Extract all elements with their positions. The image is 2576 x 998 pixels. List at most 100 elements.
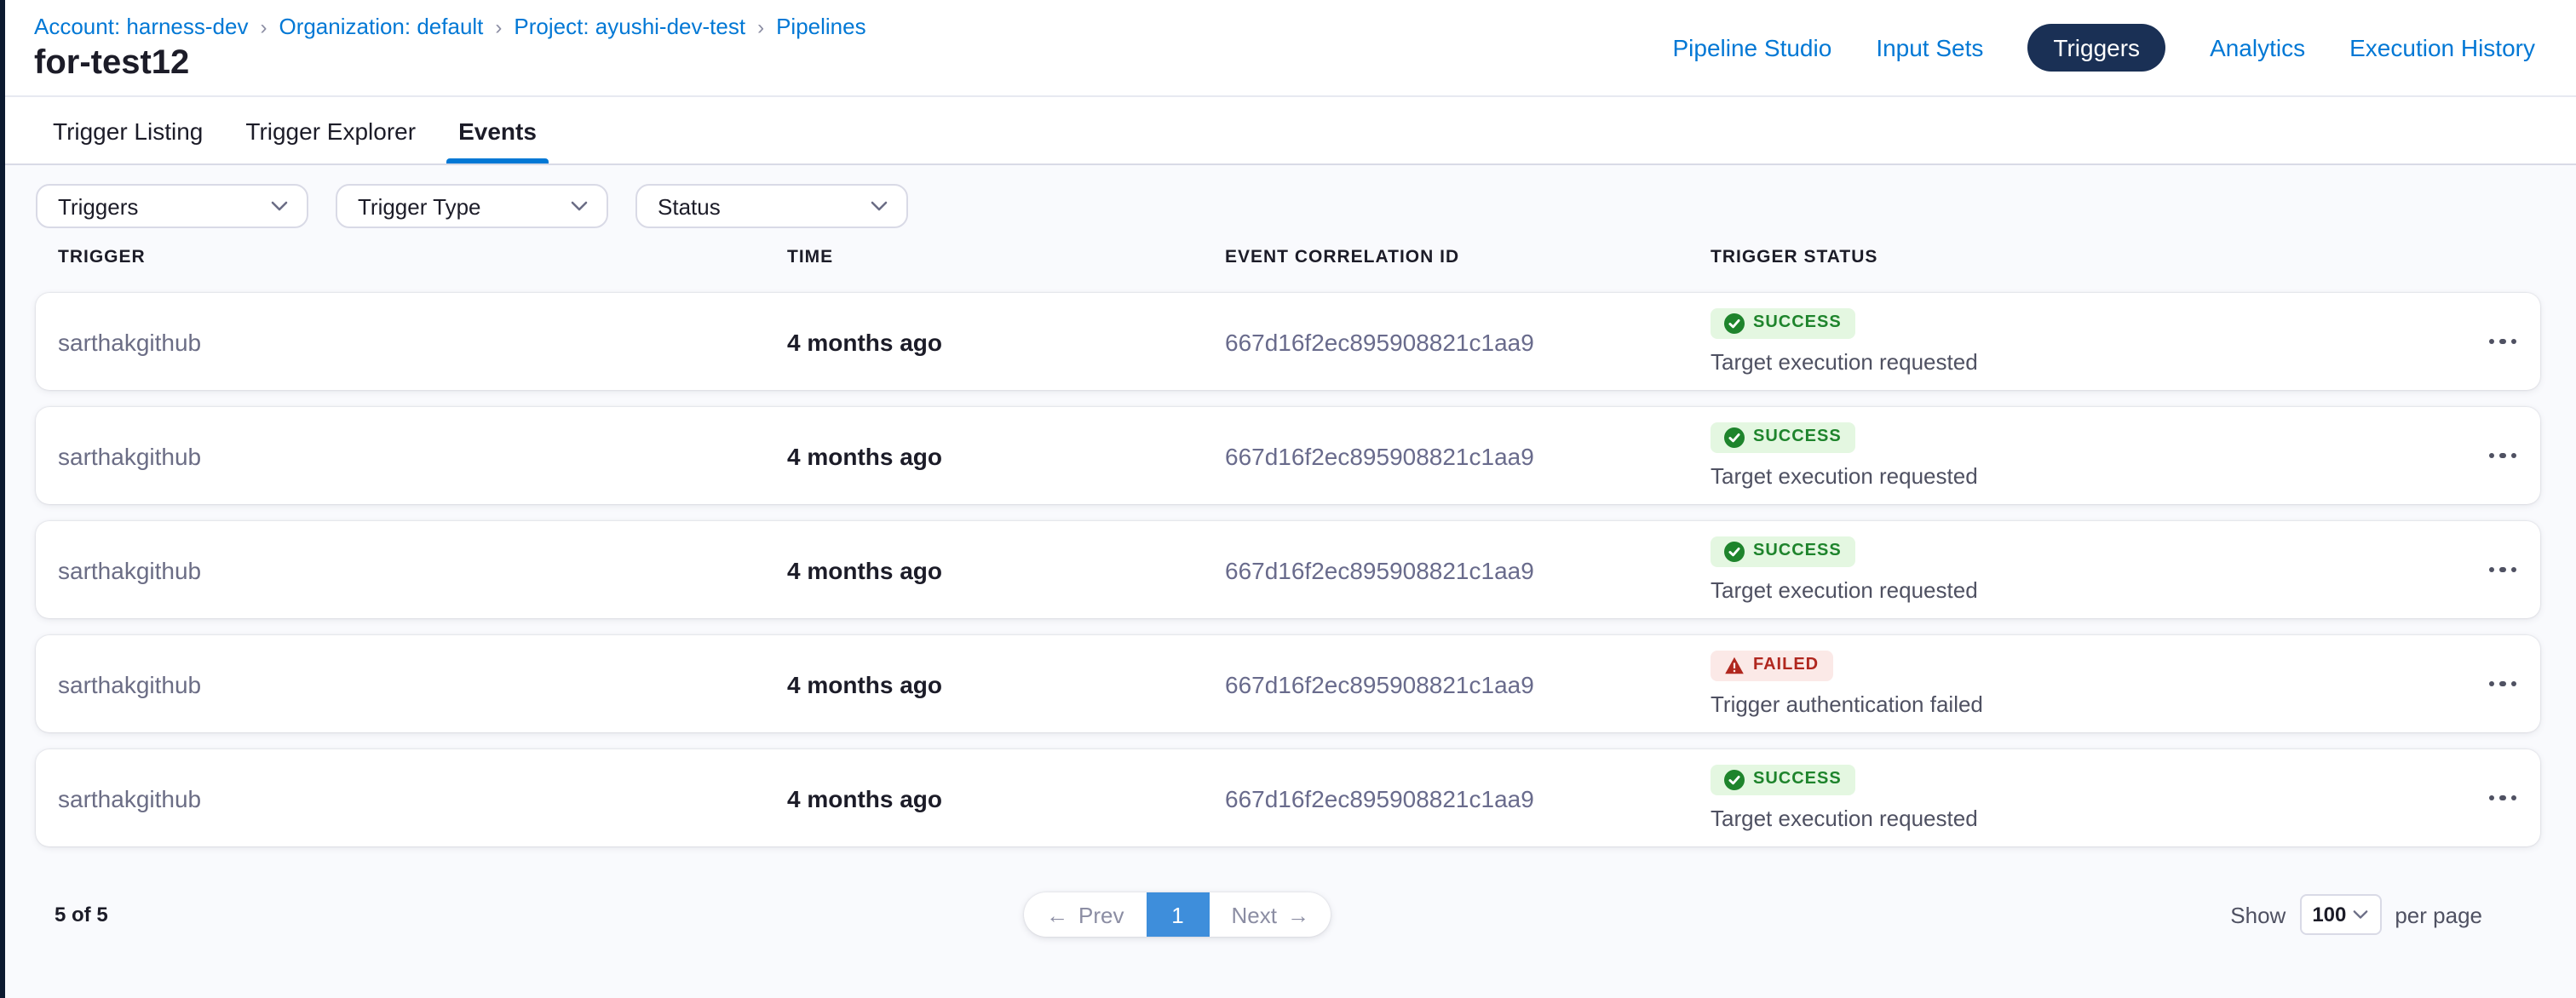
pagination-bar: 5 of 5 ← Prev 1 Next → Show 100 per page xyxy=(0,892,2576,937)
tab-trigger-explorer[interactable]: Trigger Explorer xyxy=(242,97,419,163)
breadcrumb-project-link[interactable]: Project: ayushi-dev-test xyxy=(514,14,745,39)
event-time: 4 months ago xyxy=(787,670,1225,697)
row-menu-button[interactable] xyxy=(2482,671,2524,697)
nav-pipeline-studio[interactable]: Pipeline Studio xyxy=(1673,34,1832,61)
check-circle-icon xyxy=(1724,427,1745,448)
check-circle-icon xyxy=(1724,542,1745,562)
trigger-status-cell: SUCCESS Target execution requested xyxy=(1711,749,2465,846)
events-list: sarthakgithub 4 months ago 667d16f2ec895… xyxy=(36,293,2540,846)
nav-execution-history[interactable]: Execution History xyxy=(2349,34,2535,61)
breadcrumb-separator-icon: › xyxy=(495,16,502,37)
table-row: sarthakgithub 4 months ago 667d16f2ec895… xyxy=(36,635,2540,732)
breadcrumb-separator-icon: › xyxy=(757,16,764,37)
event-correlation-id: 667d16f2ec895908821c1aa9 xyxy=(1225,442,1711,469)
tab-trigger-listing[interactable]: Trigger Listing xyxy=(49,97,206,163)
table-row: sarthakgithub 4 months ago 667d16f2ec895… xyxy=(36,521,2540,618)
check-circle-icon xyxy=(1724,313,1745,334)
prev-label: Prev xyxy=(1078,902,1124,927)
event-correlation-id: 667d16f2ec895908821c1aa9 xyxy=(1225,556,1711,583)
filters-bar: Triggers Trigger Type Status xyxy=(36,184,2576,228)
trigger-status-cell: SUCCESS Target execution requested xyxy=(1711,521,2465,618)
breadcrumb-organization-link[interactable]: Organization: default xyxy=(279,14,483,39)
status-filter-dropdown[interactable]: Status xyxy=(635,184,908,228)
arrow-right-icon: → xyxy=(1287,903,1309,926)
trigger-tabs: Trigger Listing Trigger Explorer Events xyxy=(0,97,2576,165)
event-correlation-id: 667d16f2ec895908821c1aa9 xyxy=(1225,328,1711,355)
trigger-status-label: SUCCESS xyxy=(1753,771,1842,789)
event-time: 4 months ago xyxy=(787,442,1225,469)
table-header-row: TRIGGER TIME EVENT CORRELATION ID TRIGGE… xyxy=(36,245,2540,269)
triggers-events-page: Account: harness-dev › Organization: def… xyxy=(0,0,2576,998)
sidebar-edge xyxy=(0,0,5,998)
show-label: Show xyxy=(2230,902,2286,927)
pager: ← Prev 1 Next → xyxy=(1024,892,1331,937)
trigger-status-message: Target execution requested xyxy=(1711,577,1978,603)
trigger-status-badge: SUCCESS xyxy=(1711,422,1855,453)
row-menu-button[interactable] xyxy=(2482,557,2524,583)
page-size-select[interactable]: 100 xyxy=(2299,894,2381,935)
next-page-button[interactable]: Next → xyxy=(1209,892,1331,937)
page-size-value: 100 xyxy=(2312,903,2346,926)
table-row: sarthakgithub 4 months ago 667d16f2ec895… xyxy=(36,407,2540,504)
next-label: Next xyxy=(1231,902,1276,927)
triggers-filter-dropdown[interactable]: Triggers xyxy=(36,184,308,228)
events-content: Triggers Trigger Type Status TRIGGER TIM… xyxy=(0,165,2576,998)
chevron-down-icon xyxy=(871,201,888,211)
event-correlation-id: 667d16f2ec895908821c1aa9 xyxy=(1225,784,1711,812)
prev-page-button[interactable]: ← Prev xyxy=(1024,892,1146,937)
trigger-name: sarthakgithub xyxy=(58,784,787,812)
breadcrumb-separator-icon: › xyxy=(260,16,267,37)
trigger-status-message: Target execution requested xyxy=(1711,806,1978,831)
trigger-status-label: SUCCESS xyxy=(1753,429,1842,446)
trigger-status-badge: SUCCESS xyxy=(1711,765,1855,795)
nav-analytics[interactable]: Analytics xyxy=(2210,34,2305,61)
results-count: 5 of 5 xyxy=(55,903,108,926)
event-time: 4 months ago xyxy=(787,556,1225,583)
trigger-status-badge: SUCCESS xyxy=(1711,308,1855,339)
trigger-name: sarthakgithub xyxy=(58,556,787,583)
event-time: 4 months ago xyxy=(787,784,1225,812)
breadcrumb: Account: harness-dev › Organization: def… xyxy=(34,14,866,39)
arrow-left-icon: ← xyxy=(1046,903,1068,926)
tab-events[interactable]: Events xyxy=(455,97,540,163)
event-time: 4 months ago xyxy=(787,328,1225,355)
row-menu-button[interactable] xyxy=(2482,785,2524,812)
trigger-name: sarthakgithub xyxy=(58,328,787,355)
breadcrumb-account-link[interactable]: Account: harness-dev xyxy=(34,14,248,39)
breadcrumb-pipelines-link[interactable]: Pipelines xyxy=(776,14,866,39)
trigger-status-label: SUCCESS xyxy=(1753,543,1842,560)
triggers-filter-label: Triggers xyxy=(58,193,138,219)
column-header-trigger: TRIGGER xyxy=(58,247,787,267)
trigger-status-badge: SUCCESS xyxy=(1711,536,1855,567)
trigger-status-badge: FAILED xyxy=(1711,651,1832,681)
trigger-name: sarthakgithub xyxy=(58,442,787,469)
pipeline-top-nav: Pipeline Studio Input Sets Triggers Anal… xyxy=(1673,0,2536,95)
page-1-button[interactable]: 1 xyxy=(1146,892,1209,937)
column-header-trigger-status: TRIGGER STATUS xyxy=(1711,247,2465,267)
trigger-status-message: Trigger authentication failed xyxy=(1711,691,1983,717)
trigger-status-message: Target execution requested xyxy=(1711,463,1978,489)
check-circle-icon xyxy=(1724,770,1745,790)
trigger-status-cell: SUCCESS Target execution requested xyxy=(1711,293,2465,390)
row-menu-button[interactable] xyxy=(2482,443,2524,469)
per-page-label: per page xyxy=(2395,902,2482,927)
trigger-status-cell: FAILED Trigger authentication failed xyxy=(1711,635,2465,732)
nav-input-sets[interactable]: Input Sets xyxy=(1876,34,1983,61)
trigger-name: sarthakgithub xyxy=(58,670,787,697)
event-correlation-id: 667d16f2ec895908821c1aa9 xyxy=(1225,670,1711,697)
table-row: sarthakgithub 4 months ago 667d16f2ec895… xyxy=(36,293,2540,390)
chevron-down-icon xyxy=(571,201,588,211)
trigger-type-filter-dropdown[interactable]: Trigger Type xyxy=(336,184,608,228)
chevron-down-icon xyxy=(271,201,288,211)
trigger-status-message: Target execution requested xyxy=(1711,349,1978,375)
trigger-status-label: FAILED xyxy=(1753,657,1819,674)
chevron-down-icon xyxy=(2353,909,2368,920)
column-header-event-correlation-id: EVENT CORRELATION ID xyxy=(1225,247,1711,267)
trigger-status-label: SUCCESS xyxy=(1753,315,1842,332)
page-size-control: Show 100 per page xyxy=(2230,894,2482,935)
trigger-status-cell: SUCCESS Target execution requested xyxy=(1711,407,2465,504)
nav-triggers-active[interactable]: Triggers xyxy=(2027,24,2165,72)
page-title: for-test12 xyxy=(34,44,189,83)
row-menu-button[interactable] xyxy=(2482,329,2524,355)
column-header-time: TIME xyxy=(787,247,1225,267)
